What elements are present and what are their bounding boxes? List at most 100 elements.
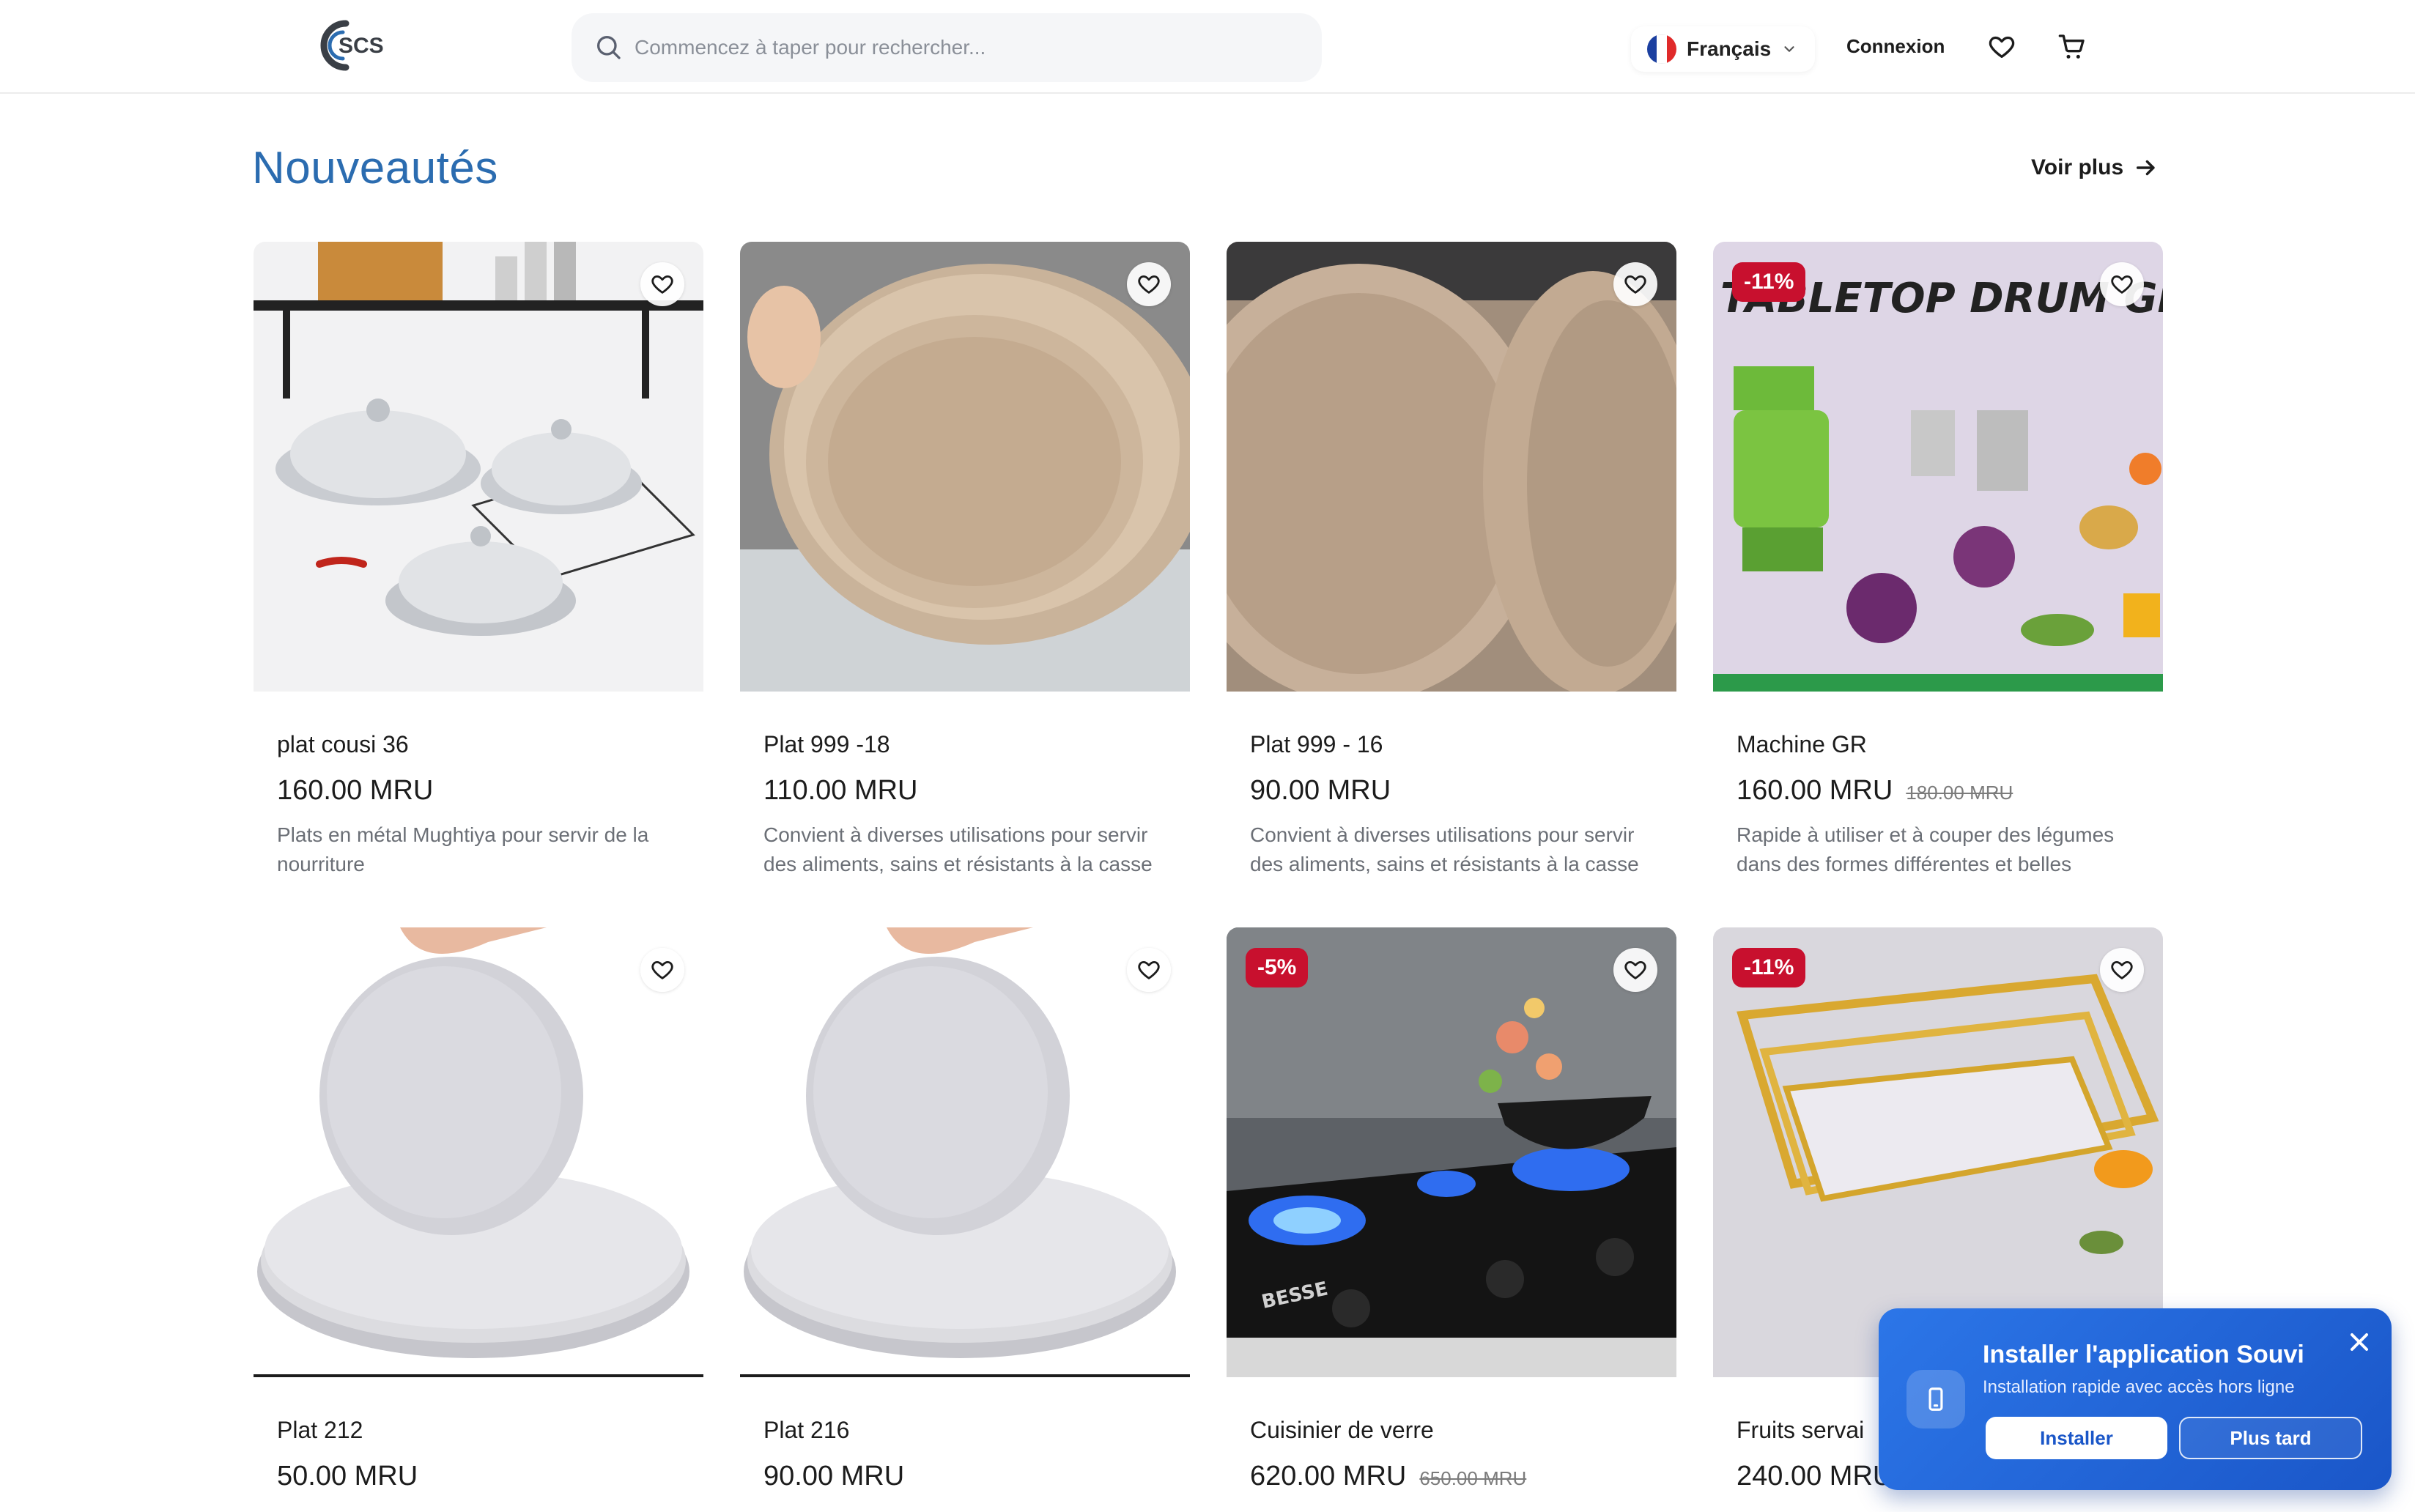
product-price-row: 160.00 MRU 180.00 MRU xyxy=(1737,775,2013,807)
arrow-right-icon xyxy=(2137,160,2155,176)
heart-icon[interactable] xyxy=(1987,32,2016,62)
smartphone-icon xyxy=(1928,1387,1943,1411)
product-card[interactable]: Plat 999 - 16 90.00 MRU Convient à diver… xyxy=(1227,242,1676,875)
product-price: 620.00 MRU xyxy=(1250,1461,1407,1491)
popup-subtitle: Installation rapide avec accès hors lign… xyxy=(1983,1377,2295,1397)
glass-gas-stove-image: BESSE xyxy=(1227,927,1676,1377)
product-description: Une assiette à utiliser pour servir des xyxy=(277,1506,687,1512)
popup-title: Installer l'application Souvi xyxy=(1983,1341,2304,1368)
favorite-button[interactable] xyxy=(640,262,684,306)
product-name[interactable]: Machine GR xyxy=(1737,731,1867,758)
product-description: Le cosin de verre distinctif utilisé dan… xyxy=(1250,1506,1660,1512)
favorite-button[interactable] xyxy=(1613,262,1657,306)
product-price-row: 50.00 MRU xyxy=(277,1461,418,1492)
product-price-row: 620.00 MRU 650.00 MRU xyxy=(1250,1461,1526,1492)
product-description: Rapide à utiliser et à couper des légume… xyxy=(1737,823,2115,875)
product-old-price: 650.00 MRU xyxy=(1419,1467,1527,1489)
heart-icon xyxy=(1624,275,1646,294)
language-selector[interactable]: Français xyxy=(1631,26,1816,72)
product-card[interactable]: BESSE -5% Cuisinier de verre 620.00 MRU … xyxy=(1227,927,1676,1512)
product-card[interactable]: Plat 212 50.00 MRU Une assiette à utilis… xyxy=(254,927,703,1512)
product-price: 50.00 MRU xyxy=(277,1461,418,1491)
login-link[interactable]: Connexion xyxy=(1846,35,1945,58)
top-header: SCS Français Connexion xyxy=(0,0,2415,94)
product-price-row: 90.00 MRU xyxy=(763,1461,904,1492)
install-button[interactable]: Installer xyxy=(1986,1417,2167,1459)
flag-stripe-blue xyxy=(1647,34,1657,64)
product-card[interactable]: plat cousi 36 160.00 MRU Plats en métal … xyxy=(254,242,703,875)
product-price: 90.00 MRU xyxy=(1250,775,1391,806)
search-icon xyxy=(597,36,621,59)
stacked-plates-image xyxy=(1227,242,1676,692)
product-image[interactable]: TABLETOP DRUM GRA -11% xyxy=(1713,242,2163,692)
flag-stripe-red xyxy=(1666,34,1676,64)
heart-icon xyxy=(2111,275,2133,294)
product-price: 110.00 MRU xyxy=(763,775,918,806)
discount-badge: -5% xyxy=(1246,948,1309,987)
product-image[interactable] xyxy=(254,927,703,1377)
cart-icon[interactable] xyxy=(2057,32,2087,62)
language-label: Français xyxy=(1687,37,1772,60)
favorite-button[interactable] xyxy=(2100,948,2144,992)
product-name[interactable]: Plat 216 xyxy=(763,1417,849,1444)
product-price: 160.00 MRU xyxy=(277,775,434,806)
later-button[interactable]: Plus tard xyxy=(2179,1417,2362,1459)
see-more-link[interactable]: Voir plus xyxy=(2031,155,2159,180)
see-more-label: Voir plus xyxy=(2031,155,2124,179)
product-image[interactable]: BESSE -5% xyxy=(1227,927,1676,1377)
favorite-button[interactable] xyxy=(640,948,684,992)
product-name[interactable]: Plat 999 -18 xyxy=(763,731,890,758)
product-image[interactable] xyxy=(1227,242,1676,692)
heart-icon xyxy=(1138,960,1160,979)
vegetable-grater-image: TABLETOP DRUM GRA xyxy=(1713,242,2163,692)
section-title: Nouveautés xyxy=(252,143,498,193)
product-price: 240.00 MRU xyxy=(1737,1461,1893,1491)
discount-badge: -11% xyxy=(1732,262,1806,302)
product-name[interactable]: Cuisinier de verre xyxy=(1250,1417,1434,1444)
chevron-down-icon xyxy=(1784,46,1794,52)
product-old-price: 180.00 MRU xyxy=(1906,782,2013,804)
product-name[interactable]: Plat 212 xyxy=(277,1417,363,1444)
product-description: Plats en métal Mughtiya pour servir de l… xyxy=(277,823,649,875)
white-plates-image xyxy=(740,927,1190,1374)
favorite-button[interactable] xyxy=(1127,948,1171,992)
favorite-button[interactable] xyxy=(2100,262,2144,306)
product-description: Convient à diverses utilisations pour se… xyxy=(1250,823,1639,875)
product-description: Trois pièces de différentes tailles pour… xyxy=(1737,1506,2147,1512)
product-price: 90.00 MRU xyxy=(763,1461,905,1491)
phone-icon xyxy=(1907,1370,1965,1428)
search-bar[interactable] xyxy=(572,13,1322,82)
beige-plates-image xyxy=(740,242,1190,692)
flag-stripe-white xyxy=(1657,34,1667,64)
product-card[interactable]: Plat 216 90.00 MRU Une assiette à utilis… xyxy=(740,927,1190,1512)
product-image[interactable] xyxy=(740,242,1190,692)
favorite-button[interactable] xyxy=(1127,262,1171,306)
product-price-row: 110.00 MRU xyxy=(763,775,918,807)
product-name[interactable]: Plat 999 - 16 xyxy=(1250,731,1383,758)
product-price-row: 90.00 MRU xyxy=(1250,775,1391,807)
scs-logo[interactable]: SCS xyxy=(317,16,399,75)
product-description: Convient à diverses utilisations pour se… xyxy=(763,823,1153,875)
search-input[interactable] xyxy=(635,28,1294,67)
install-app-popup: Installer l'application Souvi Installati… xyxy=(1879,1308,2392,1490)
product-image[interactable] xyxy=(254,242,703,692)
product-description: Une assiette à utiliser pour servir des xyxy=(763,1506,1174,1512)
product-card[interactable]: TABLETOP DRUM GRA -11% Machine GR 160.00… xyxy=(1713,242,2163,875)
metal-serving-dishes-image xyxy=(254,242,703,692)
logo-text: SCS xyxy=(339,34,384,58)
product-image[interactable] xyxy=(740,927,1190,1377)
product-card[interactable]: Plat 999 -18 110.00 MRU Convient à diver… xyxy=(740,242,1190,875)
heart-icon xyxy=(651,275,673,294)
product-name[interactable]: Fruits servai xyxy=(1737,1417,1864,1444)
france-flag-icon xyxy=(1647,34,1676,64)
heart-icon xyxy=(651,960,673,979)
heart-icon xyxy=(1624,960,1646,979)
product-price-row: 240.00 MRU xyxy=(1737,1461,1893,1492)
heart-icon xyxy=(1138,275,1160,294)
favorite-button[interactable] xyxy=(1613,948,1657,992)
product-name[interactable]: plat cousi 36 xyxy=(277,731,409,758)
product-price-row: 160.00 MRU xyxy=(277,775,433,807)
close-icon[interactable] xyxy=(2345,1327,2374,1357)
heart-icon xyxy=(2111,960,2133,979)
white-plates-image xyxy=(254,927,703,1374)
